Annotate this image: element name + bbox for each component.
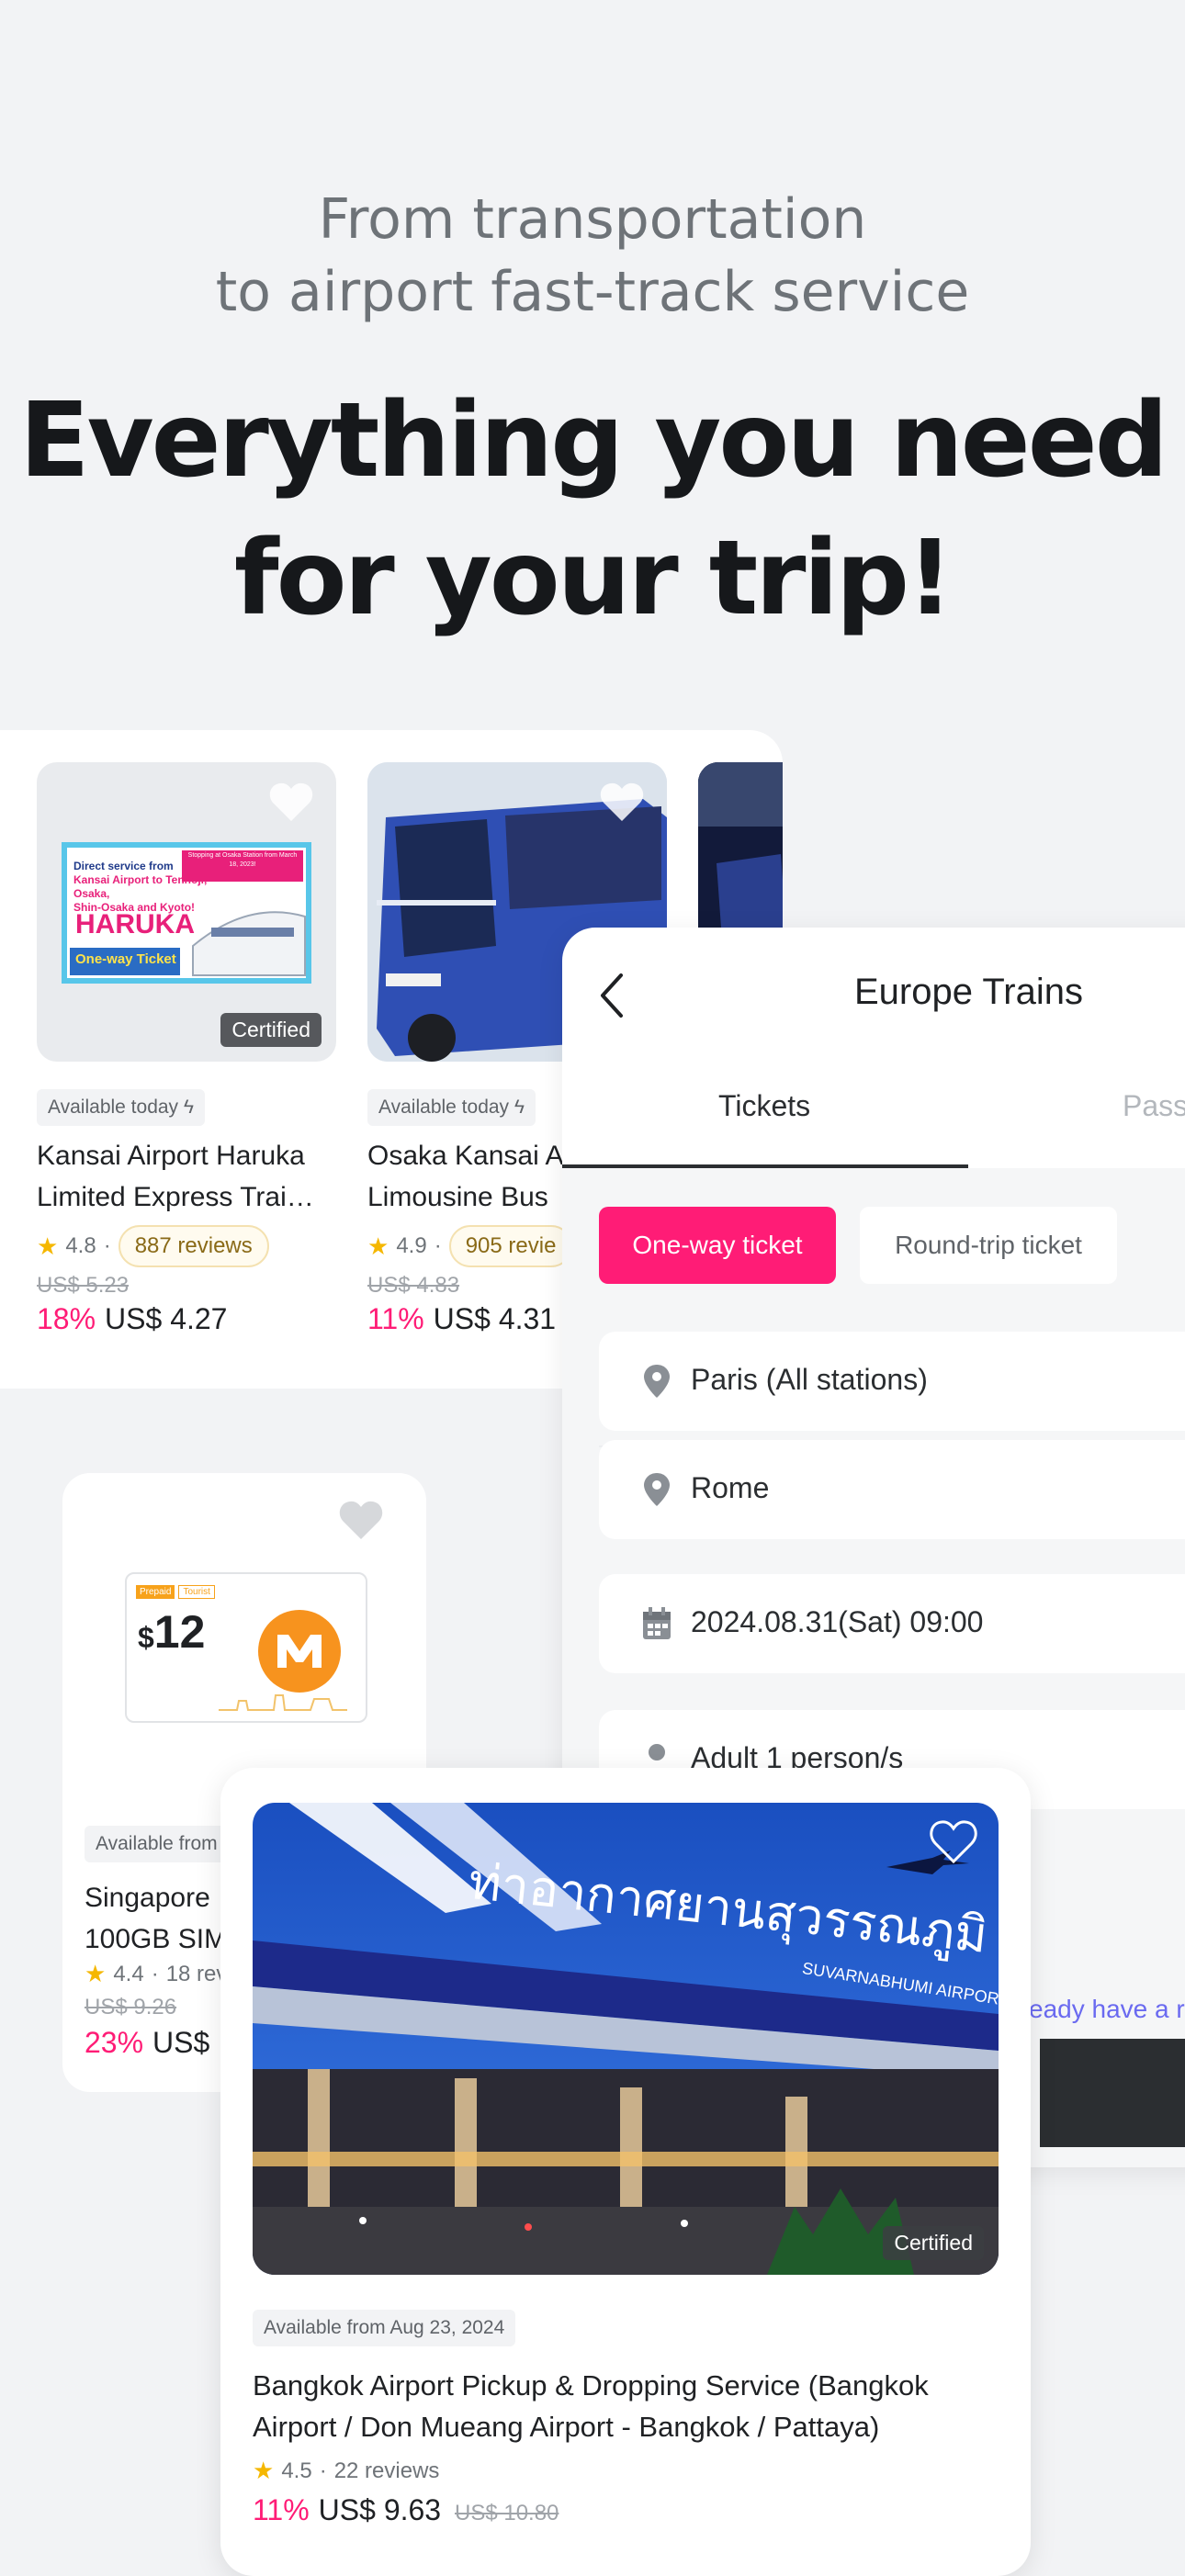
calendar-icon xyxy=(643,1607,671,1639)
sim-tag-prepaid: Prepaid xyxy=(136,1585,175,1599)
to-station-field[interactable]: Rome xyxy=(599,1440,1185,1539)
to-station-value: Rome xyxy=(691,1471,770,1504)
price: US$ 4.31 xyxy=(433,1302,557,1335)
product-rating: ★ 4.5 · 22 reviews xyxy=(253,2457,440,2484)
panel-title: Europe Trains xyxy=(853,972,1084,1012)
reviews-pill[interactable]: 905 revie xyxy=(448,1225,573,1267)
round-trip-ticket-button[interactable]: Round-trip ticket xyxy=(860,1207,1117,1284)
skyline-drawing xyxy=(219,1694,347,1711)
haruka-image-ticket: One-way Ticket xyxy=(75,951,176,967)
price: US$ xyxy=(152,2026,210,2059)
one-way-ticket-button[interactable]: One-way ticket xyxy=(599,1207,836,1284)
sim-card-image: Prepaid Tourist $12 xyxy=(125,1572,367,1723)
price: US$ 4.27 xyxy=(105,1302,228,1335)
haruka-image-logo: HARUKA xyxy=(75,909,195,939)
product-title: Singapore 100GB SIM xyxy=(85,1883,228,1954)
availability-tag: Available today ϟ xyxy=(37,1089,206,1126)
hero-subtitle: From transportation to airport fast-trac… xyxy=(0,184,1185,329)
location-pin-icon xyxy=(644,1473,670,1506)
reviews-count: 18 rev xyxy=(165,1961,228,1986)
product-image: Direct service from Kansai Airport to Te… xyxy=(37,762,336,1062)
price: US$ 9.63 xyxy=(318,2493,442,2526)
sim-tag-tourist: Tourist xyxy=(178,1585,215,1599)
price-row: 18% US$ 4.27 xyxy=(37,1302,336,1336)
date-value: 2024.08.31(Sat) 09:00 xyxy=(691,1605,984,1638)
availability-tag: Available from Aug 23, 2024 xyxy=(253,2310,516,2346)
reviews-pill[interactable]: 887 reviews xyxy=(118,1225,269,1267)
product-rating: ★ 4.8 · 887 reviews xyxy=(37,1225,336,1267)
hero-headline: Everything you need for your trip! xyxy=(0,372,1185,647)
search-button[interactable] xyxy=(1040,2039,1185,2147)
haruka-image-note: Stopping at Osaka Station from March 18,… xyxy=(187,852,298,868)
discount: 11% xyxy=(253,2493,310,2526)
discount: 23% xyxy=(85,2026,144,2059)
tab-tickets[interactable]: Tickets xyxy=(718,1089,810,1123)
product-rating: ★ 4.4 · 18 rev xyxy=(85,1960,228,1987)
heart-icon[interactable] xyxy=(599,781,645,823)
hero-subtitle-line2: to airport fast-track service xyxy=(215,260,970,324)
heart-icon[interactable] xyxy=(929,1819,978,1865)
original-price: US$ 10.80 xyxy=(454,2501,559,2525)
price-row: 11% US$ 9.63 US$ 10.80 xyxy=(253,2493,559,2527)
certified-badge: Certified xyxy=(220,1013,322,1047)
location-pin-icon xyxy=(644,1365,670,1398)
original-price: US$ 9.26 xyxy=(85,1995,177,2019)
star-icon: ★ xyxy=(367,1232,389,1260)
discount: 18% xyxy=(37,1302,96,1335)
availability-tag: Available from xyxy=(85,1826,229,1862)
hero-headline-line1: Everything you need xyxy=(19,381,1168,501)
product-card-bangkok-airport[interactable]: ท่าอากาศยานสุวรรณภูมิ SUVARNABHUMI AIRPO… xyxy=(220,1768,1031,2576)
price-row: 23% US$ xyxy=(85,2026,209,2060)
hero-subtitle-line1: From transportation xyxy=(318,187,867,252)
discount: 11% xyxy=(367,1302,424,1335)
heart-icon[interactable] xyxy=(338,1499,384,1541)
certified-badge: Certified xyxy=(883,2226,984,2260)
already-have-link[interactable]: eady have a r xyxy=(1029,1995,1185,2024)
star-icon: ★ xyxy=(37,1232,59,1260)
hero-headline-line2: for your trip! xyxy=(233,519,954,638)
heart-icon[interactable] xyxy=(268,781,314,823)
from-station-value: Paris (All stations) xyxy=(691,1363,928,1396)
tab-bar: Tickets Pass xyxy=(562,1056,1185,1168)
product-title: Bangkok Airport Pickup & Dropping Servic… xyxy=(253,2369,929,2443)
tab-pass[interactable]: Pass xyxy=(1123,1089,1185,1123)
reviews-count: 22 reviews xyxy=(333,2458,440,2483)
lightning-icon: ϟ xyxy=(514,1097,525,1118)
from-station-field[interactable]: Paris (All stations) xyxy=(599,1332,1185,1431)
original-price: US$ 5.23 xyxy=(37,1273,130,1298)
star-icon: ★ xyxy=(253,2457,275,2484)
product-image: ท่าอากาศยานสุวรรณภูมิ SUVARNABHUMI AIRPO… xyxy=(253,1803,999,2275)
product-title: Kansai Airport Haruka Limited Express Tr… xyxy=(37,1141,314,1212)
sim-card-amount: $12 xyxy=(138,1606,206,1658)
lightning-icon: ϟ xyxy=(183,1097,195,1118)
product-card-haruka[interactable]: Direct service from Kansai Airport to Te… xyxy=(37,762,336,1336)
date-field[interactable]: 2024.08.31(Sat) 09:00 xyxy=(599,1574,1185,1673)
m1-logo xyxy=(258,1610,341,1693)
availability-tag: Available today ϟ xyxy=(367,1089,536,1126)
star-icon: ★ xyxy=(85,1960,107,1987)
